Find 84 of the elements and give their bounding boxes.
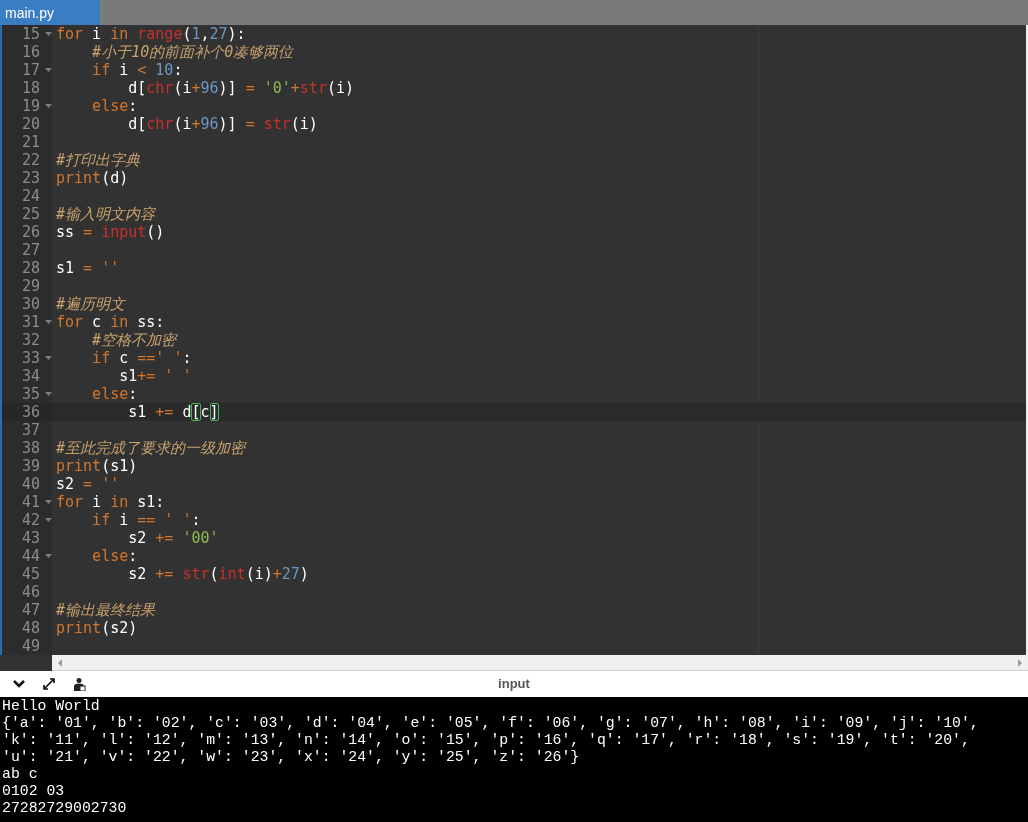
chevron-down-icon[interactable] (12, 679, 26, 689)
line-number: 42 (21, 511, 40, 529)
code-line: #输入明文内容 (56, 205, 156, 223)
line-number: 45 (21, 565, 40, 583)
code-line: for i in range(1,27): (56, 25, 246, 43)
line-number: 15 (21, 25, 40, 43)
expand-icon[interactable] (42, 677, 56, 691)
code-line: print(s1) (56, 457, 138, 475)
code-line: #小于10的前面补个0凑够两位 (91, 43, 294, 61)
fold-arrow-icon[interactable] (45, 32, 52, 36)
line-number: 23 (21, 169, 40, 187)
code-line: s1 += d[c] (127, 403, 219, 421)
code-line: s2 += str(int(i)+27) (127, 565, 309, 583)
line-number: 28 (21, 259, 40, 277)
code-line: ss = input() (56, 223, 165, 241)
code-line: s2 += '00' (127, 529, 219, 547)
code-line: #打印出字典 (56, 151, 141, 169)
code-line: if c ==' ': (91, 349, 192, 367)
line-number: 32 (21, 331, 40, 349)
output-line: Hello World (2, 698, 101, 715)
code-line: s1+= ' ' (118, 367, 192, 385)
code-line: #至此完成了要求的一级加密 (56, 439, 246, 457)
scroll-left-icon[interactable] (56, 657, 64, 668)
fold-arrow-icon[interactable] (45, 518, 52, 522)
console-title: input (498, 676, 530, 691)
user-icon[interactable] (72, 677, 86, 691)
line-number: 20 (21, 115, 40, 133)
file-tab[interactable]: main.py (0, 0, 100, 25)
line-number: 43 (21, 529, 40, 547)
fold-arrow-icon[interactable] (45, 104, 52, 108)
code-line: #输出最终结果 (56, 601, 156, 619)
code-line: #遍历明文 (56, 295, 126, 313)
output-line: 0102 03 (2, 783, 66, 800)
fold-arrow-icon[interactable] (45, 68, 52, 72)
line-number: 35 (21, 385, 40, 403)
line-number: 49 (21, 637, 40, 655)
line-number: 34 (21, 367, 40, 385)
code-line: s1 = '' (56, 259, 120, 277)
code-line: s2 = '' (56, 475, 120, 493)
code-line: d[chr(i+96)] = '0'+str(i) (127, 79, 355, 97)
line-number: 33 (21, 349, 40, 367)
code-line: else: (91, 97, 138, 115)
line-number: 16 (21, 43, 40, 61)
code-line: d[chr(i+96)] = str(i) (127, 115, 318, 133)
horizontal-scrollbar[interactable] (52, 655, 1028, 671)
fold-arrow-icon[interactable] (45, 356, 52, 360)
line-number: 37 (21, 421, 40, 439)
line-number: 40 (21, 475, 40, 493)
scroll-right-icon[interactable] (1016, 657, 1024, 668)
line-number: 25 (21, 205, 40, 223)
line-number: 21 (21, 133, 40, 151)
code-line: else: (91, 385, 138, 403)
code-line: for c in ss: (56, 313, 165, 331)
code-line: if i < 10: (91, 61, 183, 79)
line-number: 22 (21, 151, 40, 169)
output-line: ab c (2, 766, 39, 783)
line-number: 48 (21, 619, 40, 637)
fold-arrow-icon[interactable] (45, 392, 52, 396)
line-number: 24 (21, 187, 40, 205)
line-number: 44 (21, 547, 40, 565)
line-number: 30 (21, 295, 40, 313)
line-number: 38 (21, 439, 40, 457)
code-line: for i in s1: (56, 493, 165, 511)
line-number: 27 (21, 241, 40, 259)
line-number: 41 (21, 493, 40, 511)
line-number: 29 (21, 277, 40, 295)
line-number: 18 (21, 79, 40, 97)
line-number: 36 (21, 403, 40, 421)
line-number: 46 (21, 583, 40, 601)
output-line: 27282729002730 (2, 800, 128, 817)
line-number: 31 (21, 313, 40, 331)
fold-arrow-icon[interactable] (45, 554, 52, 558)
code-line: print(s2) (56, 619, 138, 637)
code-line: #空格不加密 (91, 331, 177, 349)
code-line: if i == ' ': (91, 511, 201, 529)
line-number: 17 (21, 61, 40, 79)
line-number: 39 (21, 457, 40, 475)
line-number: 26 (21, 223, 40, 241)
fold-arrow-icon[interactable] (45, 500, 52, 504)
line-number: 47 (21, 601, 40, 619)
code-line: print(d) (56, 169, 129, 187)
fold-arrow-icon[interactable] (45, 320, 52, 324)
line-number: 19 (21, 97, 40, 115)
code-line: else: (91, 547, 138, 565)
